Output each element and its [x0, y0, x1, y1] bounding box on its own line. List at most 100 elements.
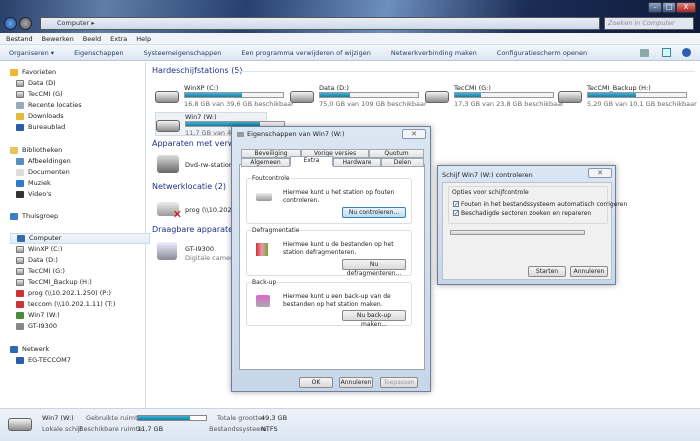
close-button[interactable]: X: [676, 2, 696, 13]
defragment-button[interactable]: Nu defragmenteren...: [342, 259, 406, 277]
drive-item[interactable]: WinXP (C:) 16,8 GB van 39,6 GB beschikbaa…: [155, 84, 294, 110]
group-network-locations[interactable]: Netwerklocatie (2): [152, 182, 226, 191]
nav-favorite-item[interactable]: Bureaublad: [16, 122, 65, 133]
nav-computer-item[interactable]: teccom (\\10.202.1.11) (T:): [16, 299, 115, 310]
map-network-drive-button[interactable]: Netwerkverbinding maken: [391, 45, 477, 60]
view-options-icon[interactable]: [640, 49, 649, 57]
tab-quotum[interactable]: Quotum: [369, 149, 424, 158]
nav-favorite-item[interactable]: TecCMI (G): [16, 89, 63, 100]
checkbox-checked-icon[interactable]: ✓: [453, 210, 459, 217]
nav-homegroup[interactable]: Thuisgroep: [10, 211, 58, 222]
drive-usage-bar: [319, 92, 419, 98]
used-space-label: Gebruikte ruimte:: [86, 414, 144, 422]
drive-space-info: 17,3 GB van 23,8 GB beschikbaar: [454, 100, 564, 108]
computer-item-icon: [16, 246, 24, 253]
address-bar[interactable]: Computer ▸: [40, 17, 600, 30]
nav-label: TecCMI (G:): [28, 267, 65, 275]
backup-button[interactable]: Nu back-up maken...: [342, 310, 406, 328]
apply-button[interactable]: Toepassen: [380, 377, 418, 388]
tab-hardware[interactable]: Hardware: [333, 158, 381, 167]
nav-network[interactable]: Netwerk: [10, 344, 49, 355]
group-hard-drives[interactable]: Hardeschijfstations (5): [152, 66, 243, 75]
nav-label: Netwerk: [22, 345, 50, 353]
menu-help[interactable]: Help: [136, 33, 151, 44]
dialog-title: Eigenschappen van Win7 (W:): [247, 130, 345, 138]
search-input[interactable]: Zoeken in Computer: [604, 17, 694, 30]
tab-delen[interactable]: Delen: [381, 158, 424, 167]
group-devices[interactable]: Apparaten met verw: [152, 139, 234, 148]
drive-icon: [237, 132, 244, 137]
nav-favorite-item[interactable]: Downloads: [16, 111, 64, 122]
nav-library-item[interactable]: Afbeeldingen: [16, 156, 71, 167]
tab-extra[interactable]: Extra: [290, 156, 333, 166]
nav-label: Data (D:): [28, 256, 58, 264]
help-icon[interactable]: [682, 48, 691, 57]
drive-item[interactable]: TecCMI (G:) 17,3 GB van 23,8 GB beschikba…: [425, 84, 564, 110]
checkbox-checked-icon[interactable]: ✓: [453, 201, 459, 208]
properties-button[interactable]: Eigenschappen: [74, 45, 124, 60]
close-button[interactable]: ✕: [402, 129, 426, 139]
nav-network-item[interactable]: EG-TECCOM7: [16, 355, 71, 366]
nav-favorites[interactable]: Favorieten: [10, 67, 56, 78]
cancel-button[interactable]: Annuleren: [339, 377, 373, 388]
section-legend: Back-up: [251, 279, 278, 286]
nav-label: WinXP (C:): [28, 245, 63, 253]
nav-library-item[interactable]: Documenten: [16, 167, 70, 178]
nav-label: Downloads: [28, 112, 64, 120]
drive-item[interactable]: Data (D:) 75,0 GB van 109 GB beschikbaar: [290, 84, 427, 110]
menu-extra[interactable]: Extra: [110, 33, 127, 44]
hard-drive-icon: [155, 91, 179, 103]
drive-name: Win7 (W:): [185, 113, 217, 121]
uninstall-program-button[interactable]: Een programma verwijderen of wijzigen: [241, 45, 370, 60]
nav-computer-item[interactable]: prog (\\10.202.1.250) (P:): [16, 288, 111, 299]
divider: [235, 71, 695, 72]
check-now-button[interactable]: Nu controleren...: [342, 207, 406, 218]
portable-device-name[interactable]: GT-I9300: [185, 245, 214, 253]
system-properties-button[interactable]: Systeemeigenschappen: [144, 45, 222, 60]
back-button[interactable]: [4, 17, 17, 30]
nav-computer-item[interactable]: WinXP (C:): [16, 244, 62, 255]
libraries-icon: [10, 147, 18, 154]
open-control-panel-button[interactable]: Configuratiescherm openen: [497, 45, 587, 60]
close-button[interactable]: ✕: [588, 168, 612, 178]
breadcrumb[interactable]: Computer: [57, 19, 89, 27]
section-text: Hiermee kunt u de bestanden op het stati…: [283, 241, 394, 256]
nav-favorite-item[interactable]: Data (D): [16, 78, 56, 89]
nav-libraries[interactable]: Bibliotheken: [10, 145, 62, 156]
drive-name: TecCMI_Backup (H:): [587, 84, 651, 92]
nav-computer-item[interactable]: Data (D:): [16, 255, 58, 266]
computer-item-icon: [16, 279, 24, 286]
nav-label: Recente locaties: [28, 101, 82, 109]
drive-item[interactable]: TecCMI_Backup (H:) 5,20 GB van 10,1 GB be…: [558, 84, 697, 110]
nav-library-item[interactable]: Muziek: [16, 178, 51, 189]
cancel-button[interactable]: Annuleren: [570, 266, 608, 277]
organize-button[interactable]: Organiseren ▾: [9, 45, 54, 60]
start-button[interactable]: Starten: [528, 266, 566, 277]
menu-bestand[interactable]: Bestand: [6, 33, 33, 44]
nav-computer[interactable]: Computer: [10, 233, 150, 244]
scan-sectors-option[interactable]: ✓ Beschadigde sectoren zoeken en reparere…: [453, 210, 591, 217]
menu-beeld[interactable]: Beeld: [83, 33, 101, 44]
options-legend: Opties voor schijfcontrole: [452, 189, 529, 196]
group-portable-devices[interactable]: Draagbare apparaten: [152, 225, 238, 234]
nav-library-item[interactable]: Video's: [16, 189, 51, 200]
nav-computer-item[interactable]: GT-I9300: [16, 321, 57, 332]
maximize-button[interactable]: □: [662, 2, 676, 13]
tab-algemeen[interactable]: Algemeen: [241, 158, 290, 167]
dvd-drive-label[interactable]: Dvd-rw-station (: [185, 161, 238, 169]
computer-item-icon: [16, 257, 24, 264]
nav-computer-item[interactable]: Win7 (W:): [16, 310, 60, 321]
nav-computer-item[interactable]: TecCMI_Backup (H:): [16, 277, 92, 288]
nav-computer-item[interactable]: TecCMI (G:): [16, 266, 65, 277]
ok-button[interactable]: OK: [299, 377, 333, 388]
free-space-label: Beschikbare ruimte:: [79, 425, 145, 433]
minimize-button[interactable]: –: [648, 2, 662, 13]
properties-dialog: Eigenschappen van Win7 (W:) ✕ Beveiligin…: [231, 126, 431, 392]
drive-usage-fill: [185, 93, 242, 97]
auto-fix-option[interactable]: ✓ Fouten in het bestandssysteem automatis…: [453, 201, 627, 208]
forward-button[interactable]: [19, 17, 32, 30]
menu-bewerken[interactable]: Bewerken: [42, 33, 74, 44]
network-icon: [10, 346, 18, 353]
nav-favorite-item[interactable]: Recente locaties: [16, 100, 82, 111]
preview-pane-icon[interactable]: [662, 48, 671, 57]
